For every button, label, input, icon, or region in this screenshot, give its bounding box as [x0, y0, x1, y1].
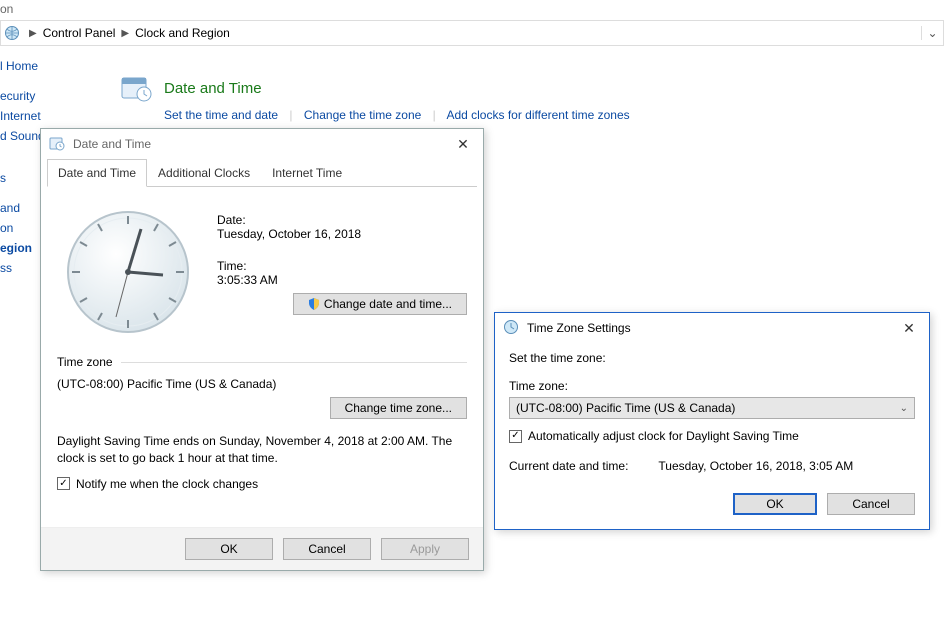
- notify-label: Notify me when the clock changes: [76, 477, 258, 491]
- address-bar[interactable]: ▶ Control Panel ▶ Clock and Region ⌄: [0, 20, 944, 46]
- breadcrumb[interactable]: ▶ Control Panel ▶ Clock and Region: [23, 26, 236, 40]
- datetime-icon: [49, 135, 67, 153]
- chevron-right-icon: ▶: [29, 28, 37, 39]
- dialog-title: Time Zone Settings: [527, 321, 631, 335]
- auto-dst-label: Automatically adjust clock for Daylight …: [528, 429, 799, 443]
- close-button[interactable]: ✕: [897, 316, 921, 340]
- tabstrip: Date and Time Additional Clocks Internet…: [47, 159, 477, 187]
- time-value: 3:05:33 AM: [217, 273, 467, 287]
- timezone-icon: [503, 319, 521, 337]
- dialog-titlebar[interactable]: Date and Time ✕: [41, 129, 483, 159]
- dialog-title: Date and Time: [73, 137, 151, 151]
- breadcrumb-current[interactable]: Clock and Region: [135, 26, 230, 40]
- link-set-time-date[interactable]: Set the time and date: [164, 108, 278, 122]
- auto-dst-checkbox[interactable]: ✓: [509, 430, 522, 443]
- clock-region-icon: [120, 72, 152, 104]
- link-change-time-zone[interactable]: Change the time zone: [304, 108, 421, 122]
- parent-title-fragment: on: [0, 0, 944, 20]
- apply-button: Apply: [381, 538, 469, 560]
- chevron-right-icon: ▶: [121, 28, 129, 39]
- change-time-zone-button[interactable]: Change time zone...: [330, 397, 467, 419]
- main-content: Date and Time Set the time and date | Ch…: [120, 72, 630, 122]
- notify-checkbox[interactable]: ✓: [57, 477, 70, 490]
- tz-field-label: Time zone:: [509, 379, 915, 393]
- tab-internet-time[interactable]: Internet Time: [261, 159, 353, 186]
- nav-item[interactable]: Internet: [0, 106, 58, 126]
- tab-additional-clocks[interactable]: Additional Clocks: [147, 159, 261, 186]
- close-button[interactable]: ✕: [451, 132, 475, 156]
- timezone-heading: Time zone: [57, 355, 113, 369]
- tab-date-time[interactable]: Date and Time: [47, 159, 147, 187]
- cancel-button[interactable]: Cancel: [827, 493, 915, 515]
- breadcrumb-root[interactable]: Control Panel: [43, 26, 116, 40]
- set-tz-label: Set the time zone:: [509, 351, 915, 365]
- time-zone-settings-dialog: Time Zone Settings ✕ Set the time zone: …: [494, 312, 930, 530]
- dst-info: Daylight Saving Time ends on Sunday, Nov…: [57, 433, 467, 467]
- timezone-value: (UTC-08:00) Pacific Time (US & Canada): [57, 377, 467, 391]
- ok-button[interactable]: OK: [733, 493, 817, 515]
- ok-button[interactable]: OK: [185, 538, 273, 560]
- dialog-titlebar[interactable]: Time Zone Settings ✕: [495, 313, 929, 343]
- shield-icon: [308, 298, 320, 310]
- chevron-down-icon: ⌄: [900, 403, 908, 414]
- date-label: Date:: [217, 213, 467, 227]
- nav-home[interactable]: l Home: [0, 56, 58, 76]
- cancel-button[interactable]: Cancel: [283, 538, 371, 560]
- timezone-dropdown[interactable]: (UTC-08:00) Pacific Time (US & Canada) ⌄: [509, 397, 915, 419]
- dialog-footer: OK Cancel: [495, 479, 929, 529]
- section-title[interactable]: Date and Time: [164, 80, 262, 97]
- dialog-footer: OK Cancel Apply: [41, 527, 483, 570]
- analog-clock: [63, 207, 193, 337]
- change-date-time-button[interactable]: Change date and time...: [293, 293, 467, 315]
- date-time-dialog: Date and Time ✕ Date and Time Additional…: [40, 128, 484, 571]
- link-add-clocks[interactable]: Add clocks for different time zones: [446, 108, 629, 122]
- nav-item[interactable]: ecurity: [0, 86, 58, 106]
- time-label: Time:: [217, 259, 467, 273]
- date-value: Tuesday, October 16, 2018: [217, 227, 467, 241]
- current-dt-label: Current date and time:: [509, 459, 628, 473]
- current-dt-value: Tuesday, October 16, 2018, 3:05 AM: [658, 459, 853, 473]
- timezone-selected: (UTC-08:00) Pacific Time (US & Canada): [516, 401, 735, 415]
- section-links: Set the time and date | Change the time …: [164, 108, 630, 122]
- globe-icon: [1, 25, 23, 41]
- address-dropdown[interactable]: ⌄: [921, 26, 943, 40]
